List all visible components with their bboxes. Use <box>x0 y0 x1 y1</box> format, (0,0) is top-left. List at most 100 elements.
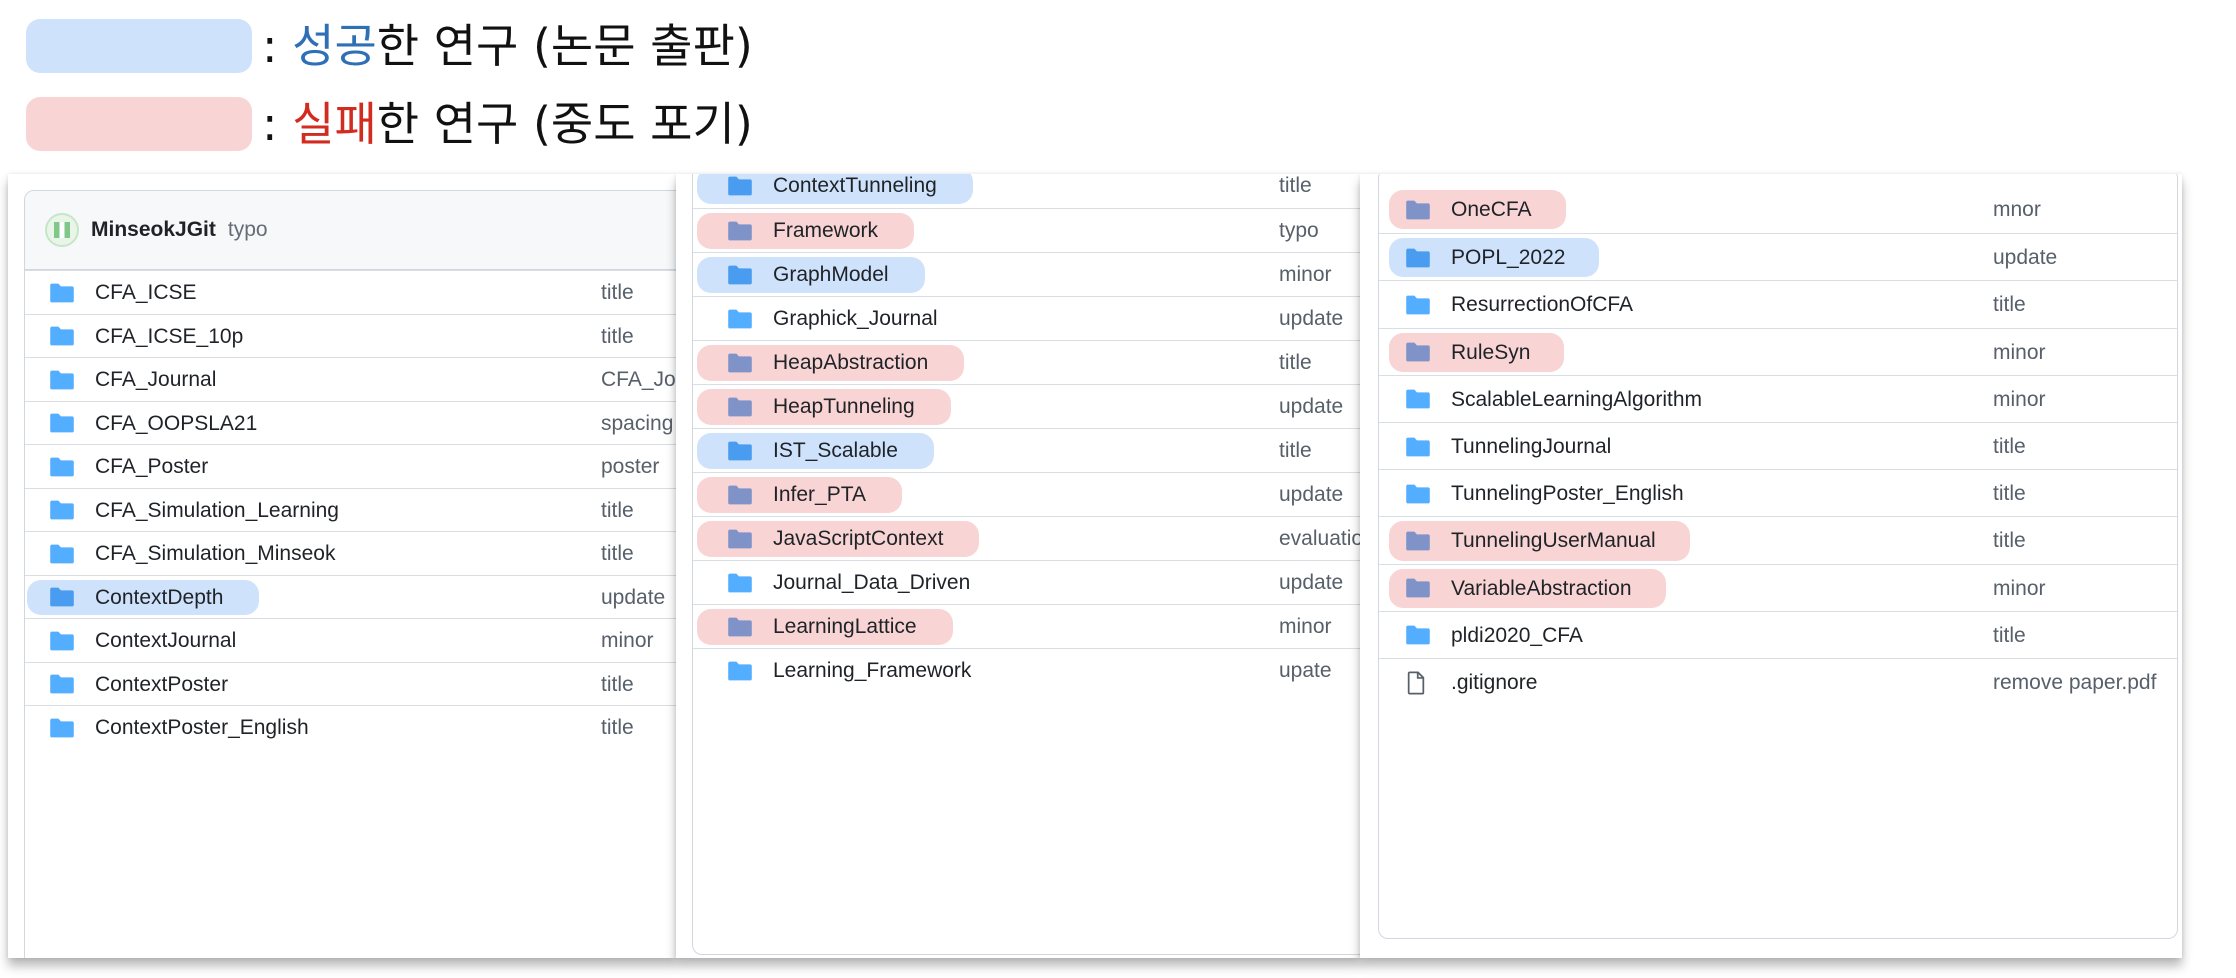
folder-name-link[interactable]: TunnelingPoster_English <box>1451 470 1684 517</box>
folder-row[interactable]: ContextJournal minor <box>25 618 676 663</box>
folder-row[interactable]: ScalableLearningAlgorithm minor <box>1379 374 2177 423</box>
folder-row[interactable]: Learning_Framework upate <box>693 648 1360 693</box>
folder-name-link[interactable]: ContextPoster_English <box>95 706 309 750</box>
file-row[interactable]: .gitignore remove paper.pdf <box>1379 658 2177 706</box>
folder-row[interactable]: Graphick_Journal update <box>693 296 1360 341</box>
commit-message-link[interactable]: minor <box>1993 565 2046 612</box>
folder-row[interactable]: CFA_ICSE title <box>25 270 676 315</box>
commit-message-link[interactable]: title <box>601 706 634 750</box>
commit-message-link[interactable]: title <box>1993 470 2026 517</box>
commit-message-link[interactable]: title <box>1279 429 1312 473</box>
folder-name-link[interactable]: pldi2020_CFA <box>1451 612 1583 659</box>
folder-row[interactable]: ContextDepth update <box>25 574 676 620</box>
folder-name-link[interactable]: CFA_Journal <box>95 358 216 402</box>
commit-message-link[interactable]: title <box>601 315 634 359</box>
folder-row[interactable]: TunnelingPoster_English title <box>1379 469 2177 517</box>
commit-message-link[interactable]: update <box>1279 561 1343 605</box>
folder-row[interactable]: Framework typo <box>693 208 1360 253</box>
folder-row[interactable]: HeapAbstraction title <box>693 340 1360 385</box>
folder-name-link[interactable]: OneCFA <box>1451 186 1532 233</box>
folder-row[interactable]: LearningLattice minor <box>693 604 1360 649</box>
folder-name-link[interactable]: ScalableLearningAlgorithm <box>1451 376 1702 423</box>
commit-message-link[interactable]: poster <box>601 445 659 489</box>
commit-message-link[interactable]: typo <box>1279 209 1319 253</box>
commit-message-link[interactable]: update <box>601 576 665 620</box>
folder-name-link[interactable]: CFA_OOPSLA21 <box>95 402 257 446</box>
folder-name-link[interactable]: ContextTunneling <box>773 174 937 208</box>
folder-row[interactable]: ContextTunneling title <box>693 174 1360 208</box>
commit-message-link[interactable]: update <box>1279 473 1343 517</box>
folder-name-link[interactable]: CFA_Poster <box>95 445 208 489</box>
folder-row[interactable]: JavaScriptContext evaluatio <box>693 516 1360 561</box>
folder-name-link[interactable]: VariableAbstraction <box>1451 565 1632 612</box>
folder-row[interactable]: CFA_Simulation_Minseok title <box>25 531 676 576</box>
folder-row[interactable]: CFA_Poster poster <box>25 444 676 489</box>
commit-message-link[interactable]: update <box>1279 297 1343 341</box>
folder-row[interactable]: CFA_Journal CFA_Jou <box>25 357 676 402</box>
folder-row[interactable]: GraphModel minor <box>693 252 1360 297</box>
commit-author[interactable]: MinseokJGit <box>91 218 216 242</box>
folder-row[interactable]: VariableAbstraction minor <box>1379 563 2177 612</box>
folder-name-link[interactable]: ContextPoster <box>95 663 228 707</box>
folder-name-link[interactable]: Framework <box>773 209 878 253</box>
commit-message-link[interactable]: minor <box>1279 605 1332 649</box>
commit-message-link[interactable]: title <box>1279 341 1312 385</box>
folder-name-link[interactable]: GraphModel <box>773 253 889 297</box>
folder-name-link[interactable]: CFA_ICSE_10p <box>95 315 243 359</box>
commit-message-link[interactable]: title <box>1993 517 2026 564</box>
folder-name-link[interactable]: CFA_ICSE <box>95 271 197 315</box>
folder-name-link[interactable]: CFA_Simulation_Learning <box>95 489 339 533</box>
commit-message-link[interactable]: minor <box>1993 329 2046 376</box>
folder-name-link[interactable]: RuleSyn <box>1451 329 1530 376</box>
folder-row[interactable]: IST_Scalable title <box>693 428 1360 473</box>
folder-row[interactable]: TunnelingUserManual title <box>1379 516 2177 564</box>
folder-name-link[interactable]: Learning_Framework <box>773 649 971 693</box>
commit-message-link[interactable]: update <box>1279 385 1343 429</box>
commit-message-link[interactable]: title <box>1993 423 2026 470</box>
folder-row[interactable]: CFA_ICSE_10p title <box>25 313 676 359</box>
folder-row[interactable]: Infer_PTA update <box>693 472 1360 517</box>
commit-message-link[interactable]: title <box>1279 174 1312 208</box>
folder-name-link[interactable]: LearningLattice <box>773 605 917 649</box>
commit-message-link[interactable]: title <box>1993 612 2026 659</box>
commit-message-link[interactable]: remove paper.pdf <box>1993 659 2156 706</box>
folder-name-link[interactable]: ContextJournal <box>95 619 236 663</box>
commit-message-link[interactable]: upate <box>1279 649 1332 693</box>
folder-name-link[interactable]: HeapTunneling <box>773 385 915 429</box>
commit-message-link[interactable]: minor <box>1279 253 1332 297</box>
folder-name-link[interactable]: POPL_2022 <box>1451 234 1565 281</box>
folder-name-link[interactable]: Infer_PTA <box>773 473 866 517</box>
folder-name-link[interactable]: TunnelingUserManual <box>1451 517 1656 564</box>
folder-row[interactable]: pldi2020_CFA title <box>1379 610 2177 659</box>
commit-message-link[interactable]: title <box>1993 281 2026 328</box>
folder-name-link[interactable]: IST_Scalable <box>773 429 898 473</box>
folder-row[interactable]: POPL_2022 update <box>1379 233 2177 281</box>
latest-commit-message[interactable]: typo <box>228 218 268 242</box>
commit-message-link[interactable]: title <box>601 271 634 315</box>
commit-message-link[interactable]: title <box>601 532 634 576</box>
commit-message-link[interactable]: spacing <box>601 402 673 446</box>
folder-name-link[interactable]: TunnelingJournal <box>1451 423 1611 470</box>
folder-name-link[interactable]: ResurrectionOfCFA <box>1451 281 1633 328</box>
commit-message-link[interactable]: update <box>1993 234 2057 281</box>
commit-message-link[interactable]: minor <box>601 619 654 663</box>
folder-name-link[interactable]: CFA_Simulation_Minseok <box>95 532 335 576</box>
commit-message-link[interactable]: CFA_Jou <box>601 358 676 402</box>
folder-row[interactable]: TunnelingJournal title <box>1379 422 2177 470</box>
folder-row[interactable]: ContextPoster title <box>25 661 676 707</box>
avatar[interactable] <box>45 213 79 247</box>
commit-message-link[interactable]: minor <box>1993 376 2046 423</box>
commit-message-link[interactable]: evaluatio <box>1279 517 1360 561</box>
folder-name-link[interactable]: HeapAbstraction <box>773 341 928 385</box>
folder-row[interactable]: Journal_Data_Driven update <box>693 560 1360 605</box>
commit-message-link[interactable]: title <box>601 489 634 533</box>
folder-name-link[interactable]: ContextDepth <box>95 576 223 620</box>
folder-name-link[interactable]: JavaScriptContext <box>773 517 943 561</box>
folder-row[interactable]: CFA_Simulation_Learning title <box>25 487 676 533</box>
folder-row[interactable]: ContextPoster_English title <box>25 705 676 750</box>
folder-row[interactable]: ResurrectionOfCFA title <box>1379 280 2177 328</box>
folder-name-link[interactable]: Graphick_Journal <box>773 297 938 341</box>
commit-message-link[interactable]: title <box>601 663 634 707</box>
folder-row[interactable]: OneCFA mnor <box>1379 186 2177 233</box>
commit-message-link[interactable]: mnor <box>1993 186 2041 233</box>
